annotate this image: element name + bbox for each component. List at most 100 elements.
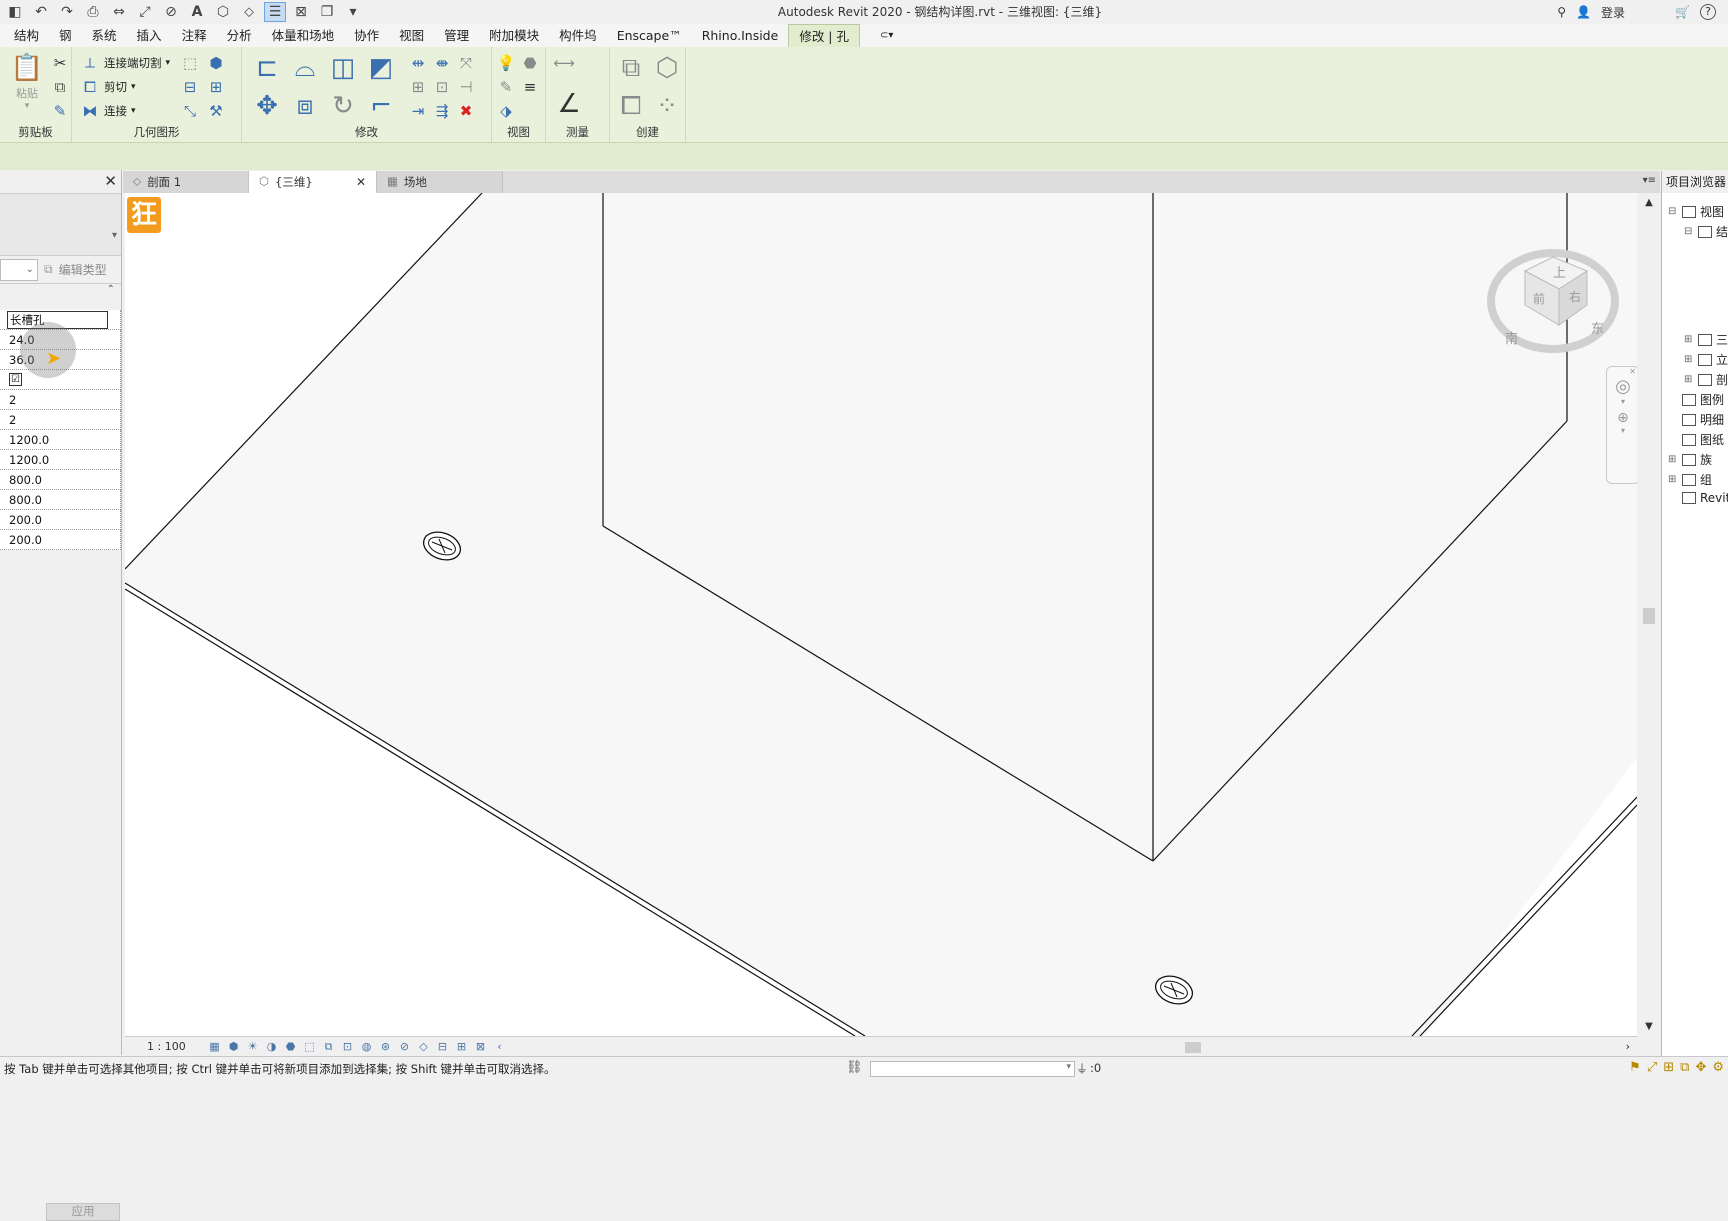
browser-node[interactable]: ⊞ 族 [1668,451,1712,468]
browser-node[interactable]: ⊞ 立面 [1684,351,1728,368]
array-icon[interactable]: ⊞ [408,77,428,97]
menu-tab-6[interactable]: 体量和场地 [262,24,345,47]
hide-bulb-icon[interactable]: 💡 [496,53,516,73]
crop-region-icon[interactable]: ⧉ [319,1040,338,1054]
match-properties-icon[interactable]: ✎ [50,101,70,121]
scale-icon[interactable]: ⊡ [432,77,452,97]
measure-distance-icon[interactable]: ⟷ [553,53,575,73]
highlight-displacement-icon[interactable]: ◇ [414,1040,433,1053]
create-assembly-icon[interactable]: ⧉ [614,51,648,85]
line-weight-icon[interactable]: ≡ [520,77,540,97]
worksets-icon[interactable]: ⛓ [846,1060,863,1075]
override-graphics-icon[interactable]: ⬣ [520,53,540,73]
join-cut-button[interactable]: ⟂ 连接端切割 ▾ [80,53,170,73]
open-icon[interactable]: ◧ [4,2,26,22]
edit-type-button[interactable]: 编辑类型 [59,261,107,278]
dimension-icon[interactable]: ⤢ [134,2,156,22]
create-similar-icon[interactable]: ⁘ [650,89,684,123]
redo-icon[interactable]: ↷ [56,2,78,22]
design-options-dropdown[interactable]: ▾ [870,1061,1075,1077]
measure-icon[interactable]: ⇔ [108,2,130,22]
background-processes-icon[interactable]: ⚙ [1712,1060,1724,1075]
expand-icon[interactable]: ⊞ [1668,474,1678,485]
switch-windows-icon[interactable]: ❐ [316,2,338,22]
menu-tab-4[interactable]: 注释 [172,24,217,47]
vertical-scroll-thumb[interactable] [1643,608,1655,624]
property-row[interactable]: 2 [0,410,121,430]
close-hidden-icon[interactable]: ⊠ [290,2,312,22]
print-icon[interactable]: ⎙ [82,2,104,22]
cut-geometry-button[interactable]: ⧠ 剪切 ▾ [80,77,136,97]
menu-tab-9[interactable]: 管理 [434,24,479,47]
browser-node[interactable]: ⊞ 组 [1668,471,1712,488]
3d-view-icon[interactable]: ⬡ [212,2,234,22]
menu-tab-7[interactable]: 协作 [344,24,389,47]
analytical-model-icon[interactable]: ⊘ [395,1040,414,1053]
view-tab-1[interactable]: ⬡ {三维} ✕ [249,171,377,193]
lock-3d-icon[interactable]: ⊡ [338,1040,357,1053]
undo-icon[interactable]: ↶ [30,2,52,22]
view-tab-2[interactable]: ▦ 场地 [377,171,503,193]
horizontal-scroll-thumb[interactable] [1185,1042,1201,1053]
expand-icon[interactable]: ⊞ [1684,334,1694,345]
help-icon[interactable]: ? [1700,4,1716,20]
temp-hide-icon[interactable]: ◍ [357,1040,376,1053]
menu-tab-11[interactable]: 构件坞 [549,24,607,47]
property-row[interactable]: 1200.0 [0,450,121,470]
create-group-icon[interactable]: ⧠ [614,89,648,123]
browser-node[interactable]: ⊟ 视图 [1668,203,1724,220]
menu-tab-8[interactable]: 视图 [389,24,434,47]
copy-icon[interactable]: ⧉ [50,77,70,97]
property-value[interactable]: 800.0 [0,473,120,487]
menu-tab-12[interactable]: Enscape™ [607,24,692,47]
collapse-icon[interactable]: ⌃ [0,284,121,302]
crop-view-icon[interactable]: ⬚ [300,1040,319,1053]
menu-tab-10[interactable]: 附加模块 [479,24,549,47]
temporary-view-icon[interactable]: ⊠ [471,1040,490,1053]
expand-icon[interactable]: ⊟ [1668,206,1678,217]
menu-tab-3[interactable]: 插入 [127,24,172,47]
detail-level-icon[interactable]: ▦ [205,1040,224,1053]
linework-icon[interactable]: ✎ [496,77,516,97]
property-value[interactable]: 2 [0,393,120,407]
tabs-menu-icon[interactable]: ▾≡ [1643,175,1656,186]
select-underlay-icon[interactable]: ⤢ [1647,1060,1657,1075]
rotate-icon[interactable]: ↻ [326,89,360,123]
expand-icon[interactable]: ⊞ [1668,454,1678,465]
property-value[interactable]: 1200.0 [0,453,120,467]
browser-node[interactable]: ⊞ 三维 [1684,331,1728,348]
navbar-close-icon[interactable]: ✕ [1607,367,1639,376]
property-value[interactable]: 2 [0,413,120,427]
view-scale[interactable]: 1 : 100 [125,1040,205,1053]
zoom-dropdown-icon[interactable]: ▾ [1607,426,1639,435]
menu-tab-5[interactable]: 分析 [217,24,262,47]
menu-tab-13[interactable]: Rhino.Inside [692,24,789,47]
property-checkbox[interactable]: ☑ [9,373,22,386]
mirror-draw-axis-icon[interactable]: ◩ [364,51,398,85]
browser-node[interactable]: ⊞ 剖面 [1684,371,1728,388]
mirror-pick-axis-icon[interactable]: ◫ [326,51,360,85]
offset-icon[interactable]: ⌓ [288,51,322,85]
move-icon[interactable]: ✥ [250,89,284,123]
section-icon[interactable]: ⬦ [238,2,260,22]
menu-tab-0[interactable]: 结构 [4,24,49,47]
browser-node[interactable]: 图例 [1668,391,1724,408]
property-row[interactable]: 200.0 [0,530,121,550]
dimension-angular-icon[interactable]: ∠ [552,87,586,121]
unpin-icon[interactable]: ⤧ [456,53,476,73]
property-row[interactable]: 800.0 [0,470,121,490]
visual-style-icon[interactable]: ⬢ [224,1040,243,1053]
split-element-icon[interactable]: ⇹ [408,53,428,73]
trim-multiple-icon[interactable]: ⇶ [432,101,452,121]
steering-wheel-dropdown-icon[interactable]: ▾ [1607,397,1639,406]
browser-node[interactable]: 明细 [1668,411,1724,428]
cart-icon[interactable]: 🛒 [1675,5,1690,19]
wall-joins-icon[interactable]: ⊟ [180,77,200,97]
vertical-scrollbar[interactable]: ▲ ▼ [1637,193,1661,1036]
filter-icon[interactable]: ⏚ [1076,1060,1088,1077]
apply-button[interactable]: 应用 [46,1203,120,1221]
sun-path-icon[interactable]: ☀ [243,1040,262,1053]
selection-box-icon[interactable]: ⬗ [496,101,516,121]
type-selector[interactable]: ▾ [0,194,121,256]
select-pinned-icon[interactable]: ⊞ [1663,1060,1674,1075]
